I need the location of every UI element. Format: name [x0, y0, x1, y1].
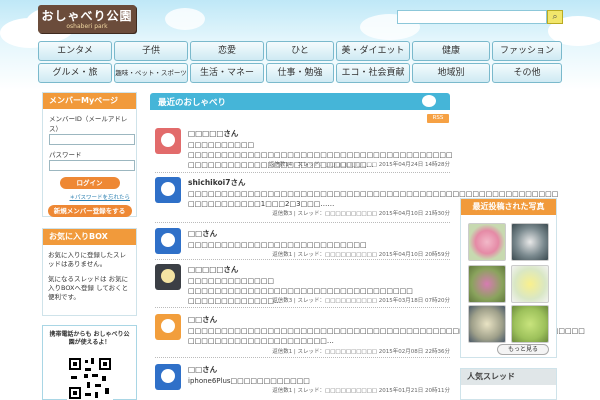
post-meta: 返信数3 | スレッド：□□□□□□□□□□ 2015年03月18日 07時20… [272, 298, 450, 304]
post-item[interactable]: shichikoi7さん □□□□□□□□□□□□□□□□□□□□□□□□□□□… [155, 177, 559, 217]
search-input[interactable] [397, 10, 547, 24]
nav-other[interactable]: その他 [492, 63, 562, 83]
photo-thumbnail[interactable] [468, 265, 506, 303]
post-meta: 返信数14 | スレッド：□□□□□□□□□□ 2015年04月24日 14時2… [268, 162, 450, 168]
nav-kodomo[interactable]: 子供 [114, 41, 188, 61]
post-author: □□□□□さん [188, 265, 239, 274]
password-label: パスワード [49, 151, 82, 159]
popular-threads-panel: 人気スレッド [460, 368, 557, 400]
forgot-password-link[interactable]: ＊パスワードを忘れたら [69, 195, 130, 201]
favorites-title: お気に入りBOX [43, 229, 136, 245]
post-author: □□さん [188, 229, 218, 238]
divider [155, 222, 450, 223]
nav-beauty[interactable]: 美・ダイエット [336, 41, 410, 61]
post-item[interactable]: □□さん □□□□□□□□□□□□□□□□□□□□□□□□□□□ 返信数1 | … [155, 228, 450, 258]
nav-gourmet[interactable]: グルメ・旅 [38, 63, 112, 83]
recent-photos-panel: 最近投稿された写真 もっと見る [460, 198, 557, 358]
favorites-hint-text: 気になるスレッドは お気に入りBOXへ登録 しておくと便利です。 [48, 275, 129, 301]
avatar [155, 228, 181, 254]
post-item[interactable]: □□さん □□□□□□□□□□□□□□□□□□□□□□□□□□□□□□□□□□□… [155, 314, 585, 356]
password-input[interactable] [49, 160, 135, 171]
post-body: □□□□□□□□□□□□□□□□□□□□□□□□□□□□□□□□□□□□□□□□… [188, 190, 559, 208]
post-meta: 返信数1 | スレッド：□□□□□□□□□□ 2015年01月21日 20時11… [272, 388, 450, 394]
search-icon: ⌕ [552, 12, 558, 22]
post-author: □□さん [188, 365, 218, 374]
post-meta: 返信数1 | スレッド：□□□□□□□□□□ 2015年02月08日 22時36… [272, 349, 450, 355]
photo-thumbnail[interactable] [511, 265, 549, 303]
avatar [155, 314, 181, 340]
recent-photos-title: 最近投稿された写真 [461, 199, 556, 215]
rss-link[interactable]: RSS [427, 114, 449, 123]
more-photos-button[interactable]: もっと見る [497, 344, 549, 355]
post-author: □□さん [188, 315, 218, 324]
nav-health[interactable]: 健康 [412, 41, 490, 61]
divider [155, 307, 450, 308]
post-body: □□□□□□□□□□□□□□□□□□□□□□□□□□□□□□□□□□□□□□□□… [188, 327, 585, 345]
avatar [155, 364, 181, 390]
bird-icon [422, 95, 436, 107]
recent-posts-header: 最近のおしゃべり [150, 93, 450, 110]
more-photos-label: もっと見る [507, 346, 538, 353]
nav-entame[interactable]: エンタメ [38, 41, 112, 61]
photo-thumbnail[interactable] [511, 223, 549, 261]
post-body: iphone6Plus□□□□□□□□□□□□ [188, 377, 310, 385]
search-button[interactable]: ⌕ [547, 10, 563, 24]
post-meta: 返信数3 | スレッド：□□□□□□□□□□ 2015年04月10日 21時30… [272, 211, 450, 217]
recent-posts-title: 最近のおしゃべり [158, 98, 227, 108]
member-id-input[interactable] [49, 134, 135, 145]
avatar [155, 177, 181, 203]
avatar [155, 128, 181, 154]
divider [155, 172, 450, 173]
member-id-label: メンバーID（メールアドレス） [49, 115, 128, 133]
member-panel: メンバーMyページ メンバーID（メールアドレス） パスワード ログイン ＊パス… [42, 92, 137, 217]
nav-eco[interactable]: エコ・社会貢献 [336, 63, 410, 83]
mobile-text: 携帯電話からも おしゃべり公園が使えるよ！ [49, 331, 130, 346]
logo-title: おしゃべり公園 [41, 9, 133, 23]
divider [155, 357, 450, 358]
member-panel-title: メンバーMyページ [43, 93, 136, 109]
nav-life[interactable]: 生活・マネー [190, 63, 264, 83]
register-button[interactable]: 新規メンバー登録をする [47, 205, 132, 217]
qr-code [67, 356, 113, 400]
mobile-panel: 携帯電話からも おしゃべり公園が使えるよ！ [42, 325, 137, 400]
divider [155, 259, 450, 260]
popular-threads-title: 人気スレッド [461, 369, 556, 385]
post-author: shichikoi7さん [188, 178, 246, 187]
photo-thumbnail[interactable] [468, 223, 506, 261]
cloud-decoration [165, 8, 205, 30]
nav-renai[interactable]: 恋愛 [190, 41, 264, 61]
post-item[interactable]: □□□□□さん □□□□□□□□□□□□□ □□□□□□□□□□□□□□□□□□… [155, 264, 450, 305]
favorites-empty-text: お気に入りに登録したスレッドはありません。 [48, 251, 126, 268]
post-item[interactable]: □□□□□さん □□□□□□□□□□ □□□□□□□□□□□□□□□□□□□□□… [155, 128, 453, 169]
photo-thumbnail[interactable] [468, 305, 506, 343]
avatar [155, 264, 181, 290]
site-logo[interactable]: おしゃべり公園 oshaberi park [38, 5, 136, 33]
post-author: □□□□□さん [188, 129, 239, 138]
nav-hobby[interactable]: 趣味・ペット・スポーツ [114, 63, 188, 83]
post-meta: 返信数1 | スレッド：□□□□□□□□□□ 2015年04月10日 20時59… [272, 252, 450, 258]
post-item[interactable]: □□さん iphone6Plus□□□□□□□□□□□□ 返信数1 | スレッド… [155, 364, 450, 396]
photo-thumbnail[interactable] [511, 305, 549, 343]
nav-work[interactable]: 仕事・勉強 [266, 63, 334, 83]
favorites-panel: お気に入りBOX お気に入りに登録したスレッドはありません。 気になるスレッドは… [42, 228, 137, 316]
logo-subtitle: oshaberi park [66, 23, 108, 30]
nav-hito[interactable]: ひと [266, 41, 334, 61]
login-button[interactable]: ログイン [59, 177, 120, 189]
nav-fashion[interactable]: ファッション [492, 41, 562, 61]
nav-region[interactable]: 地域別 [412, 63, 490, 83]
post-body: □□□□□□□□□□□□□□□□□□□□□□□□□□□ [188, 241, 367, 249]
